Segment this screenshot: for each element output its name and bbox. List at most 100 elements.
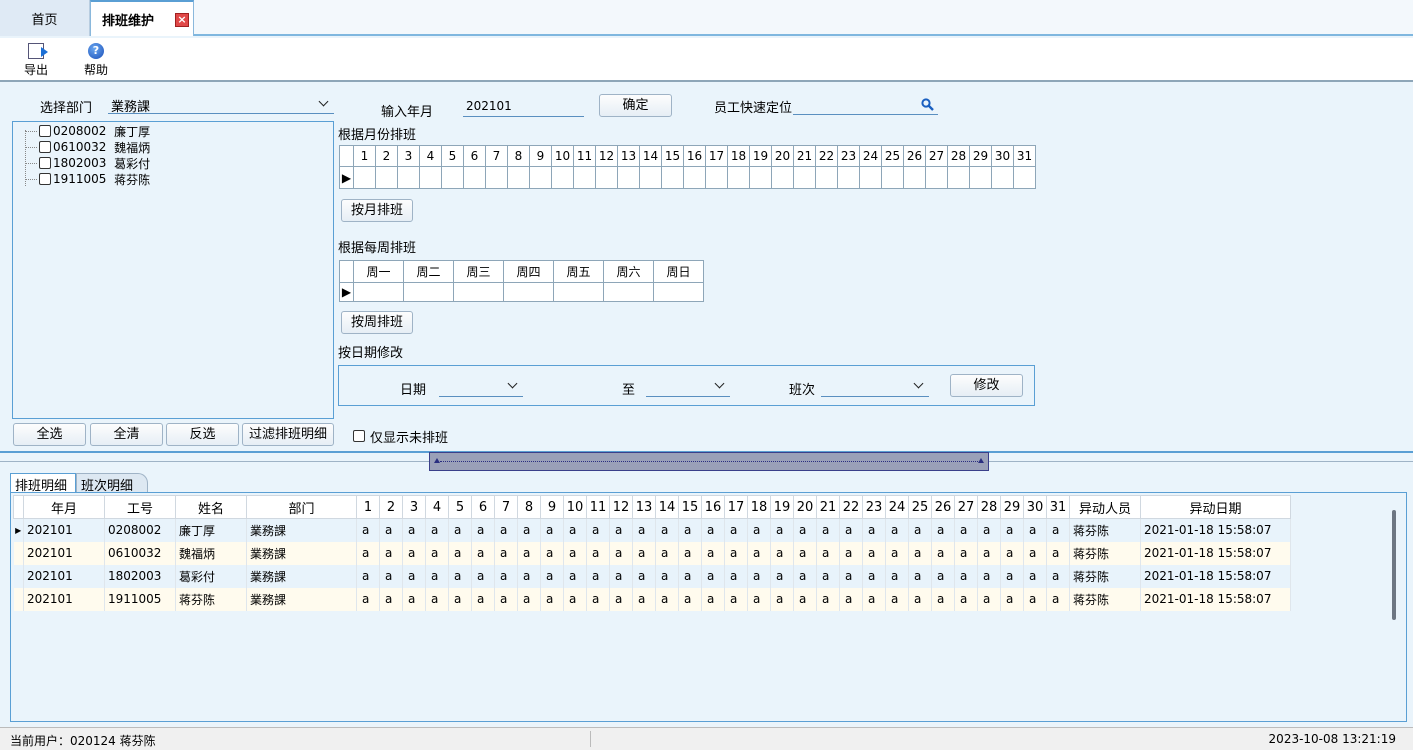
export-button[interactable]: 导出: [14, 42, 58, 78]
cell-day-shift: a: [586, 518, 610, 542]
vertical-scrollbar[interactable]: [1392, 510, 1396, 620]
week-day-cell[interactable]: [453, 282, 504, 302]
month-day-header: 15: [661, 145, 684, 167]
month-day-cell[interactable]: [881, 166, 904, 189]
cell-day-shift: a: [1000, 564, 1024, 588]
month-day-cell[interactable]: [749, 166, 772, 189]
tree-item[interactable]: 1802003 葛彩付: [25, 155, 150, 171]
month-day-cell[interactable]: [925, 166, 948, 189]
month-day-cell[interactable]: [947, 166, 970, 189]
column-header-day: 23: [862, 495, 886, 519]
tab-schedule-detail[interactable]: 排班明细: [10, 473, 76, 494]
date-to-select[interactable]: [646, 375, 730, 397]
month-day-cell[interactable]: [397, 166, 420, 189]
cell-day-shift: a: [701, 518, 725, 542]
schedule-by-month-button[interactable]: 按月排班: [341, 199, 413, 222]
week-day-cell[interactable]: [603, 282, 654, 302]
cell-day-shift: a: [931, 587, 955, 611]
select-all-button[interactable]: 全选: [13, 423, 86, 446]
tree-item[interactable]: 0610032 魏福炳: [25, 139, 150, 155]
confirm-button[interactable]: 确定: [599, 94, 672, 117]
close-tab-icon[interactable]: ×: [175, 13, 189, 27]
cell-day-shift: a: [931, 518, 955, 542]
cell-day-shift: a: [356, 587, 380, 611]
schedule-by-week-button[interactable]: 按周排班: [341, 311, 413, 334]
week-day-cell[interactable]: [353, 282, 404, 302]
month-day-cell[interactable]: [969, 166, 992, 189]
week-day-cell[interactable]: [503, 282, 554, 302]
only-unscheduled-label: 仅显示未排班: [370, 430, 449, 446]
cell-changer: 蒋芬陈: [1069, 518, 1141, 542]
tree-item-name: 蒋芬陈: [114, 172, 151, 187]
month-day-cell[interactable]: [375, 166, 398, 189]
cell-dept: 業務課: [246, 541, 357, 565]
tree-checkbox[interactable]: [39, 157, 51, 169]
tree-checkbox[interactable]: [39, 141, 51, 153]
dept-select[interactable]: 業務課: [108, 94, 334, 115]
month-day-cell[interactable]: [529, 166, 552, 189]
cell-change-date: 2021-01-18 15:58:07: [1140, 518, 1291, 542]
month-day-cell[interactable]: [1013, 166, 1036, 189]
table-row[interactable]: 202101 1911005 蒋芬陈 業務課 a a a a a a a a a a a a a a a a a a a a a…: [13, 587, 1291, 611]
cell-day-shift: a: [632, 587, 656, 611]
help-button[interactable]: ? 帮助: [74, 42, 118, 78]
cell-day-shift: a: [839, 564, 863, 588]
tree-item-code: 1911005: [53, 172, 107, 186]
table-row[interactable]: ▶ 202101 0208002 廉丁厚 業務課 a a a a a a a a a a a a a a a a a a a a…: [13, 518, 1291, 542]
week-day-cell[interactable]: [553, 282, 604, 302]
cell-day-shift: a: [931, 541, 955, 565]
month-day-cell[interactable]: [595, 166, 618, 189]
month-day-cell[interactable]: [837, 166, 860, 189]
tree-item-name: 葛彩付: [114, 156, 151, 171]
month-day-cell[interactable]: [815, 166, 838, 189]
date-from-select[interactable]: [439, 375, 523, 397]
shift-select[interactable]: [821, 375, 929, 397]
week-day-cell[interactable]: [653, 282, 704, 302]
only-unscheduled-checkbox[interactable]: 仅显示未排班: [353, 428, 449, 446]
month-day-cell[interactable]: [727, 166, 750, 189]
month-day-cell[interactable]: [441, 166, 464, 189]
checkbox-icon: [353, 430, 365, 442]
tab-schedule-maintenance[interactable]: 排班维护 ×: [90, 0, 194, 36]
locate-input[interactable]: [793, 95, 938, 115]
month-day-cell[interactable]: [639, 166, 662, 189]
table-row[interactable]: 202101 0610032 魏福炳 業務課 a a a a a a a a a a a a a a a a a a a a a…: [13, 541, 1291, 565]
month-input[interactable]: 202101: [463, 96, 584, 117]
tab-home[interactable]: 首页: [0, 0, 90, 36]
tree-checkbox[interactable]: [39, 173, 51, 185]
month-day-cell[interactable]: [507, 166, 530, 189]
month-day-cell[interactable]: [991, 166, 1014, 189]
search-icon[interactable]: [921, 98, 934, 111]
tree-item[interactable]: 1911005 蒋芬陈: [25, 171, 150, 187]
month-day-cell[interactable]: [661, 166, 684, 189]
month-day-cell[interactable]: [903, 166, 926, 189]
month-day-header: 19: [749, 145, 772, 167]
tree-checkbox[interactable]: [39, 125, 51, 137]
table-row[interactable]: 202101 1802003 葛彩付 業務課 a a a a a a a a a a a a a a a a a a a a a…: [13, 564, 1291, 588]
month-day-cell[interactable]: [617, 166, 640, 189]
week-day-header: 周三: [453, 260, 504, 283]
month-day-cell[interactable]: [859, 166, 882, 189]
cell-day-shift: a: [356, 564, 380, 588]
export-label: 导出: [23, 63, 48, 77]
filter-detail-button[interactable]: 过滤排班明细: [242, 423, 334, 446]
month-day-cell[interactable]: [485, 166, 508, 189]
clear-all-button[interactable]: 全清: [90, 423, 163, 446]
tab-shift-detail[interactable]: 班次明细: [76, 473, 148, 494]
invert-selection-button[interactable]: 反选: [166, 423, 239, 446]
month-day-cell[interactable]: [683, 166, 706, 189]
month-day-cell[interactable]: [419, 166, 442, 189]
month-day-cell[interactable]: [551, 166, 574, 189]
month-day-cell[interactable]: [573, 166, 596, 189]
splitter-handle[interactable]: [429, 452, 989, 471]
modify-button[interactable]: 修改: [950, 374, 1023, 397]
week-day-cell[interactable]: [403, 282, 454, 302]
month-day-cell[interactable]: [705, 166, 728, 189]
month-day-header: 14: [639, 145, 662, 167]
tree-item[interactable]: 0208002 廉丁厚: [25, 123, 150, 139]
month-day-cell[interactable]: [771, 166, 794, 189]
cell-name: 葛彩付: [175, 564, 247, 588]
month-day-cell[interactable]: [463, 166, 486, 189]
month-day-cell[interactable]: [353, 166, 376, 189]
month-day-cell[interactable]: [793, 166, 816, 189]
